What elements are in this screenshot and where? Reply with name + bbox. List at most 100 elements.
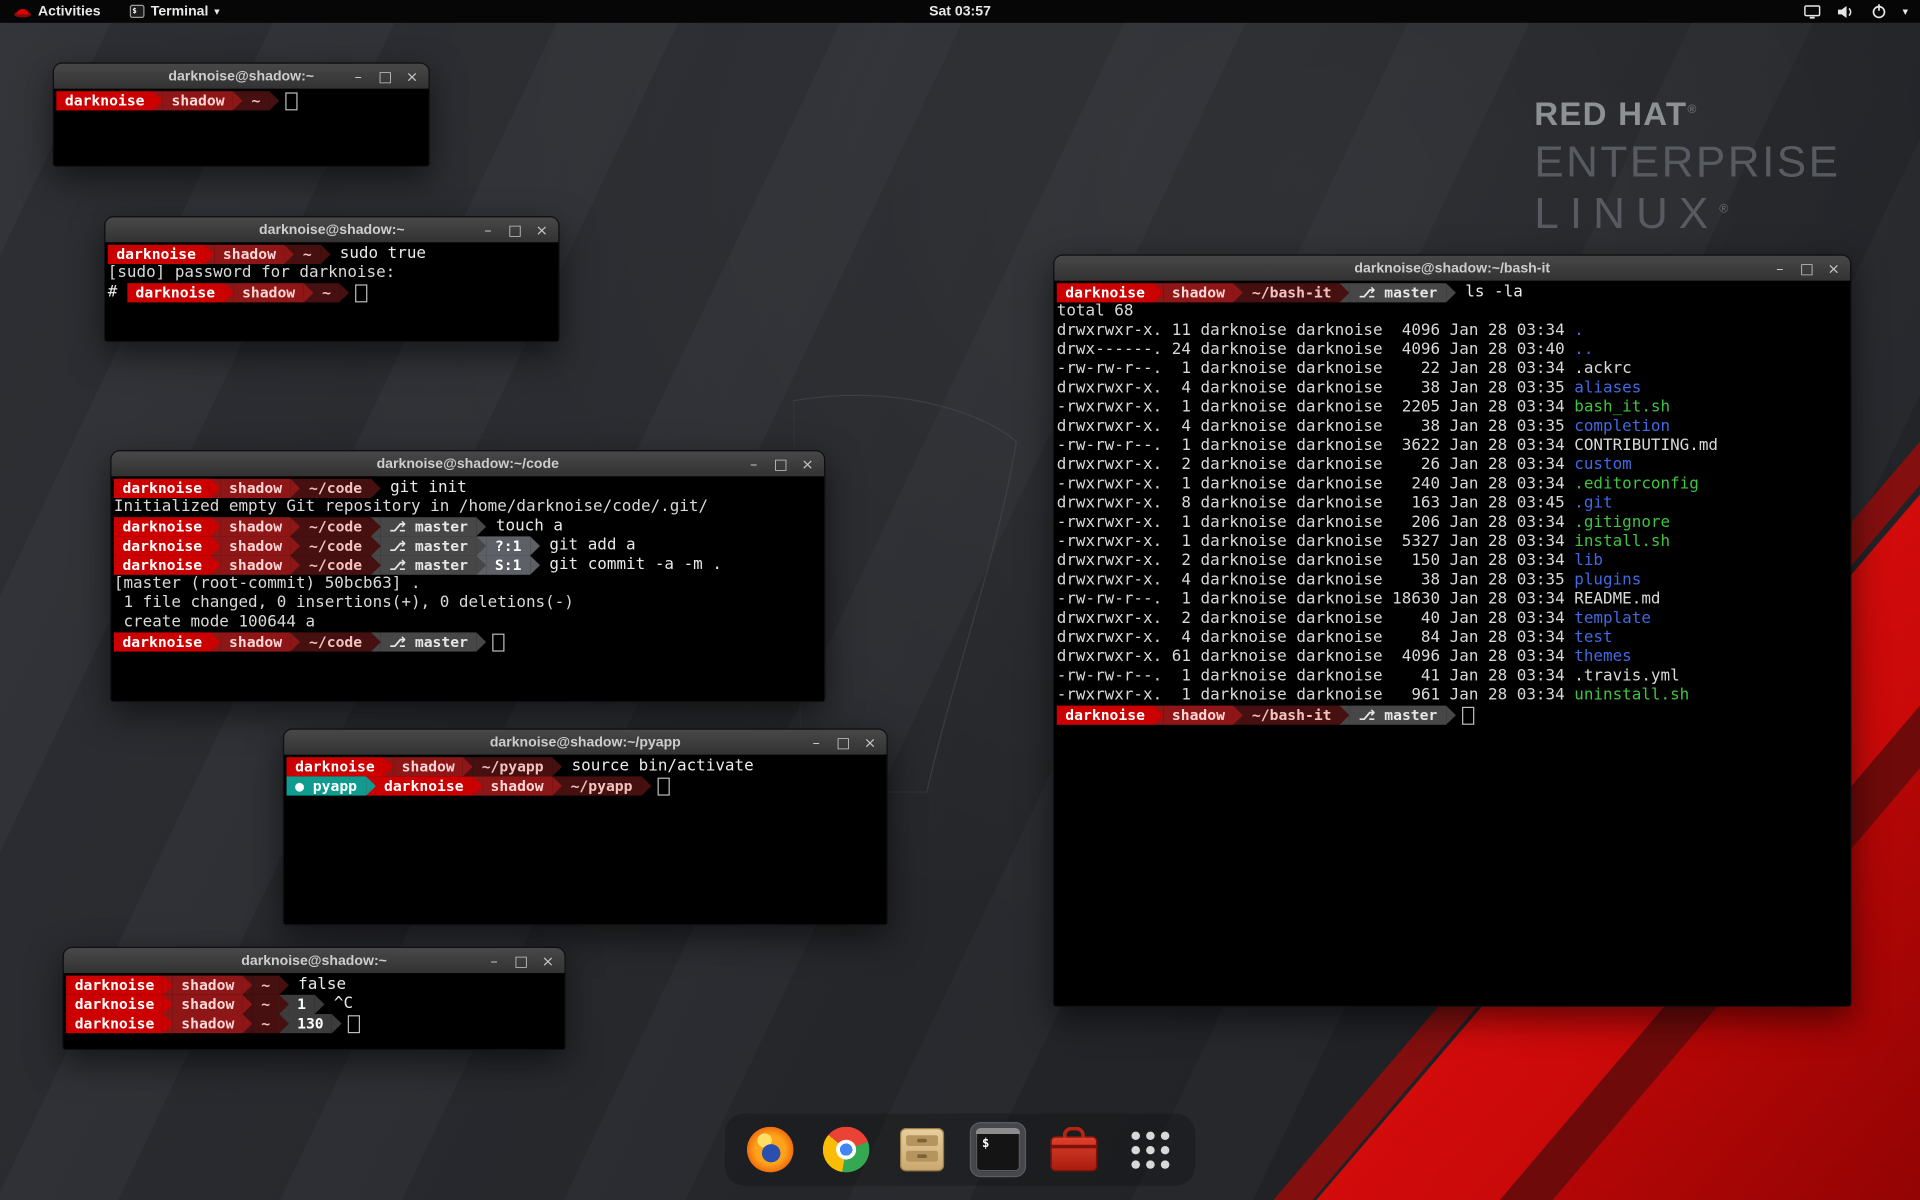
terminal-body[interactable]: darknoiseshadow~/bash-it⎇ master ls -lat… bbox=[1054, 281, 1850, 1006]
window-minimize-button[interactable]: – bbox=[747, 457, 760, 471]
volume-icon[interactable] bbox=[1837, 4, 1855, 18]
powerline-separator bbox=[279, 976, 289, 995]
terminal-body[interactable]: darknoiseshadow~ falsedarknoiseshadow~1 … bbox=[64, 973, 565, 1049]
ls-meta: drwxrwxr-x. 4 darknoise darknoise 38 Jan… bbox=[1057, 418, 1575, 436]
window-maximize-button[interactable]: □ bbox=[774, 457, 787, 471]
dock-item-toolbox[interactable] bbox=[1046, 1122, 1102, 1177]
prompt-user-segment: darknoise bbox=[1057, 706, 1154, 725]
powerline-separator bbox=[233, 91, 243, 110]
window-minimize-button[interactable]: – bbox=[1773, 261, 1786, 275]
file-cabinet-icon bbox=[900, 1128, 944, 1171]
prompt-path-segment: ~/code bbox=[300, 479, 370, 498]
app-menu-terminal[interactable]: $ Terminal ▾ bbox=[125, 0, 224, 23]
window-maximize-button[interactable]: □ bbox=[514, 953, 527, 967]
prompt-user-segment: darknoise bbox=[66, 1014, 163, 1033]
window-title: darknoise@shadow:~ bbox=[259, 223, 405, 237]
powerline-separator bbox=[371, 536, 381, 555]
window-titlebar[interactable]: darknoise@shadow:~–□× bbox=[54, 64, 429, 90]
window-maximize-button[interactable]: □ bbox=[378, 69, 391, 83]
powerline-separator bbox=[224, 283, 234, 302]
terminal-cursor bbox=[355, 284, 367, 302]
prompt-path-segment: ~/pyapp bbox=[562, 776, 641, 795]
window-maximize-button[interactable]: □ bbox=[508, 223, 521, 237]
dock-item-firefox[interactable] bbox=[742, 1122, 798, 1177]
terminal-window[interactable]: darknoise@shadow:~/code–□×darknoiseshado… bbox=[110, 450, 825, 702]
window-controls: –□ × bbox=[351, 64, 418, 89]
window-titlebar[interactable]: darknoise@shadow:~/code–□× bbox=[111, 451, 824, 477]
dock-item-terminal[interactable]: $ bbox=[970, 1122, 1026, 1177]
window-minimize-button[interactable]: – bbox=[351, 69, 364, 83]
terminal-body[interactable]: darknoiseshadow~ sudo true[sudo] passwor… bbox=[105, 242, 558, 340]
system-menu-chevron-icon[interactable]: ▾ bbox=[1903, 7, 1908, 17]
prompt-user-segment: darknoise bbox=[375, 776, 472, 795]
window-close-button[interactable]: × bbox=[801, 457, 814, 471]
powerline-separator bbox=[371, 517, 381, 536]
window-close-button[interactable]: × bbox=[535, 223, 548, 237]
terminal-window[interactable]: darknoise@shadow:~/bash-it–□×darknoisesh… bbox=[1053, 254, 1851, 1006]
terminal-body[interactable]: darknoiseshadow~/pyapp source bin/activa… bbox=[284, 755, 886, 924]
window-maximize-button[interactable]: □ bbox=[1800, 261, 1813, 275]
dock-item-app-grid[interactable] bbox=[1122, 1122, 1178, 1177]
window-close-button[interactable]: × bbox=[863, 735, 876, 749]
power-icon[interactable] bbox=[1871, 4, 1887, 20]
window-minimize-button[interactable]: – bbox=[481, 223, 494, 237]
window-controls: –□ × bbox=[487, 948, 554, 973]
terminal-line: [sudo] password for darknoise: bbox=[108, 264, 559, 283]
ls-meta: -rw-rw-r--. 1 darknoise darknoise 41 Jan… bbox=[1057, 667, 1575, 685]
window-titlebar[interactable]: darknoise@shadow:~ –□ × bbox=[105, 217, 558, 243]
window-titlebar[interactable]: darknoise@shadow:~/pyapp–□× bbox=[284, 730, 886, 756]
window-controls: –□ × bbox=[747, 451, 814, 476]
powerline-separator bbox=[211, 479, 221, 498]
display-status-icon[interactable] bbox=[1804, 4, 1821, 18]
app-menu-label: Terminal bbox=[151, 4, 209, 18]
terminal-window[interactable]: darknoise@shadow:~ –□ × darknoiseshadow~ su… bbox=[104, 216, 560, 342]
prompt-host-segment: shadow bbox=[220, 517, 290, 536]
powerline-separator bbox=[1446, 283, 1456, 302]
powerline-separator bbox=[211, 536, 221, 555]
ls-meta: drwxrwxr-x. 2 darknoise darknoise 150 Ja… bbox=[1057, 552, 1575, 570]
window-close-button[interactable]: × bbox=[405, 69, 418, 83]
terminal-line: drwxrwxr-x. 4 darknoise darknoise 38 Jan… bbox=[1057, 571, 1850, 590]
terminal-line: total 68 bbox=[1057, 302, 1850, 321]
prompt-git-segment: ⎇ master bbox=[381, 556, 477, 575]
desktop: RED HAT® ENTERPRISE LINUX® darknoise@sha… bbox=[0, 0, 1920, 1200]
terminal-icon: $ bbox=[976, 1128, 1020, 1171]
powerline-separator bbox=[1234, 283, 1244, 302]
prompt-host-segment: shadow bbox=[220, 479, 290, 498]
prompt-git-segment: ⎇ master bbox=[1350, 706, 1446, 725]
ls-name: CONTRIBUTING.md bbox=[1574, 437, 1718, 455]
terminal-line: darknoiseshadow~1 ^C bbox=[66, 995, 564, 1014]
ls-name: plugins bbox=[1574, 571, 1641, 589]
window-close-button[interactable]: × bbox=[1827, 261, 1840, 275]
ls-name: themes bbox=[1574, 648, 1632, 666]
window-minimize-button[interactable]: – bbox=[809, 735, 822, 749]
window-titlebar[interactable]: darknoise@shadow:~/bash-it–□× bbox=[1054, 256, 1850, 282]
terminal-line: Initialized empty Git repository in /hom… bbox=[114, 498, 824, 517]
terminal-window[interactable]: darknoise@shadow:~/pyapp–□×darknoiseshad… bbox=[283, 728, 888, 925]
terminal-body[interactable]: darknoiseshadow~/code git initInitialize… bbox=[111, 476, 824, 700]
firefox-icon bbox=[747, 1127, 794, 1173]
window-minimize-button[interactable]: – bbox=[487, 953, 500, 967]
terminal-window[interactable]: darknoise@shadow:~–□×darknoiseshadow~ bbox=[53, 62, 430, 166]
prompt-path-segment: ~ bbox=[253, 1014, 279, 1033]
prompt-user-segment: darknoise bbox=[114, 632, 211, 651]
ls-meta: -rw-rw-r--. 1 darknoise darknoise 18630 … bbox=[1057, 590, 1575, 608]
prompt-user-segment: darknoise bbox=[287, 757, 384, 776]
prompt-host-segment: shadow bbox=[220, 536, 290, 555]
ls-meta: drwxrwxr-x. 2 darknoise darknoise 40 Jan… bbox=[1057, 610, 1575, 628]
window-titlebar[interactable]: darknoise@shadow:~–□× bbox=[64, 948, 565, 974]
terminal-line: drwxrwxr-x. 11 darknoise darknoise 4096 … bbox=[1057, 322, 1850, 341]
brand-line-linux: LINUX® bbox=[1534, 188, 1840, 238]
terminal-line: darknoiseshadow~/bash-it⎇ master ls -la bbox=[1057, 283, 1850, 302]
activities-button[interactable]: Activities bbox=[9, 0, 106, 23]
terminal-window[interactable]: darknoise@shadow:~–□×darknoiseshadow~ fa… bbox=[62, 947, 565, 1050]
clock[interactable]: Sat 03:57 bbox=[929, 0, 991, 23]
dock-item-files[interactable] bbox=[894, 1122, 950, 1177]
window-maximize-button[interactable]: □ bbox=[836, 735, 849, 749]
terminal-line: drwxrwxr-x. 61 darknoise darknoise 4096 … bbox=[1057, 648, 1850, 667]
chrome-icon bbox=[823, 1127, 870, 1173]
dock-item-chrome[interactable] bbox=[818, 1122, 874, 1177]
terminal-body[interactable]: darknoiseshadow~ bbox=[54, 89, 429, 166]
window-close-button[interactable]: × bbox=[541, 953, 554, 967]
powerline-separator bbox=[163, 995, 173, 1014]
